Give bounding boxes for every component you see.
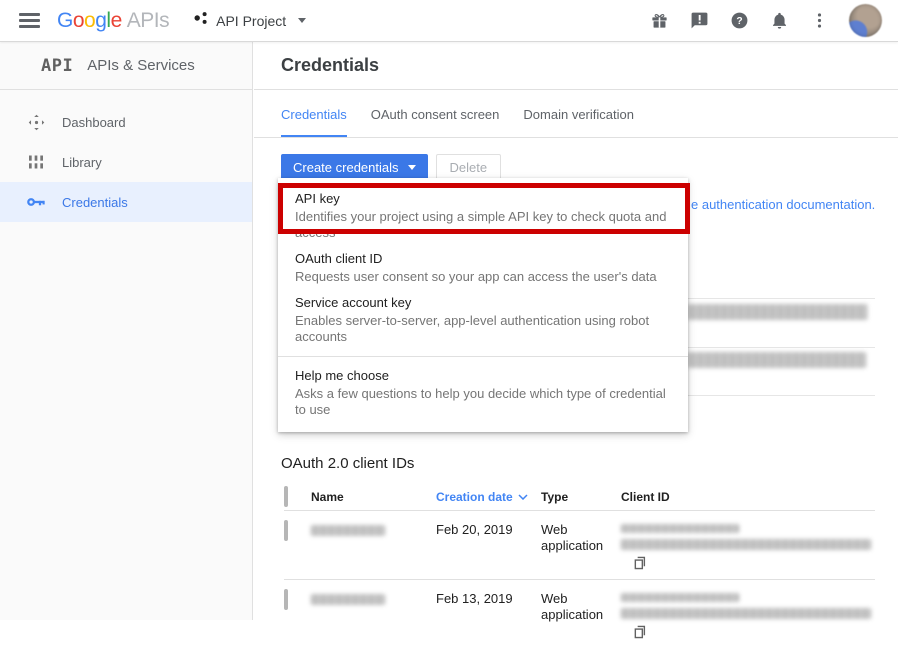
type-cell: Web application [541, 522, 621, 554]
oauth-client-ids-table: Name Creation date Type Client ID Feb 20… [281, 484, 875, 645]
menu-item-title: Service account key [295, 295, 671, 311]
api-product-badge: API [41, 56, 73, 76]
create-credentials-label: Create credentials [293, 160, 399, 175]
menu-item-title: Help me choose [295, 368, 671, 384]
sidebar-item-credentials[interactable]: Credentials [0, 182, 252, 222]
product-name: APIs & Services [87, 57, 195, 74]
toolbar: Create credentials Delete [254, 138, 898, 180]
redacted-client-id [621, 524, 739, 533]
page-title: Credentials [281, 55, 379, 76]
row-checkbox[interactable] [284, 589, 288, 610]
sidebar: API APIs & Services Dashboard Library Cr… [0, 42, 253, 620]
tab-bar: Credentials OAuth consent screen Domain … [254, 90, 898, 138]
redacted-client-name [311, 525, 385, 536]
creation-date-cell: Feb 13, 2019 [436, 591, 541, 607]
redacted-client-id [621, 539, 871, 550]
notifications-icon[interactable] [769, 11, 789, 31]
logo-letter: o [73, 9, 84, 33]
create-credentials-button[interactable]: Create credentials [281, 154, 428, 180]
oauth-client-ids-section: OAuth 2.0 client IDs Name Creation date … [281, 446, 875, 645]
library-icon [27, 154, 45, 170]
tab-domain-verification[interactable]: Domain verification [523, 107, 634, 137]
menu-icon[interactable] [19, 10, 40, 32]
table-row: Feb 20, 2019 Web application [284, 510, 875, 579]
key-icon [27, 196, 45, 208]
sidebar-header: API APIs & Services [0, 42, 252, 90]
create-credentials-menu: API key Identifies your project using a … [278, 178, 688, 432]
menu-item-description: Enables server-to-server, app-level auth… [295, 313, 671, 345]
more-vert-icon[interactable] [809, 11, 829, 31]
project-name: API Project [216, 13, 286, 29]
copy-icon[interactable] [633, 555, 647, 576]
table-row: Feb 13, 2019 Web application [284, 579, 875, 645]
project-switcher[interactable]: API Project [194, 11, 306, 30]
avatar[interactable] [849, 4, 882, 37]
menu-item-description: Requests user consent so your app can ac… [295, 269, 671, 285]
sidebar-item-library[interactable]: Library [0, 142, 252, 182]
gift-icon[interactable] [649, 11, 669, 31]
logo-letter: e [111, 9, 122, 33]
feedback-icon[interactable] [689, 11, 709, 31]
section-heading: OAuth 2.0 client IDs [281, 455, 875, 472]
select-all-checkbox[interactable] [284, 486, 288, 507]
menu-item-oauth-client-id[interactable]: OAuth client ID Requests user consent so… [278, 246, 688, 290]
column-header-creation-date[interactable]: Creation date [436, 490, 541, 504]
menu-item-title: API key [295, 191, 671, 207]
sidebar-item-dashboard[interactable]: Dashboard [0, 102, 252, 142]
column-header-client-id: Client ID [621, 490, 875, 504]
help-icon[interactable]: ? [729, 11, 749, 31]
tab-oauth-consent-screen[interactable]: OAuth consent screen [371, 107, 500, 137]
google-apis-logo: Google APIs [57, 9, 169, 33]
menu-item-description: Identifies your project using a simple A… [295, 209, 671, 241]
delete-button[interactable]: Delete [436, 154, 502, 180]
chevron-down-icon [408, 165, 416, 170]
logo-letter: g [95, 9, 106, 33]
sidebar-item-label: Credentials [62, 195, 128, 210]
creation-date-cell: Feb 20, 2019 [436, 522, 541, 538]
redacted-client-id [621, 608, 871, 619]
column-header-type: Type [541, 490, 621, 504]
main-content: Credentials Credentials OAuth consent sc… [254, 42, 898, 620]
page-header: Credentials [254, 42, 898, 90]
menu-item-help-me-choose[interactable]: Help me choose Asks a few questions to h… [278, 363, 688, 423]
redacted-client-name [311, 594, 385, 605]
sidebar-item-label: Library [62, 155, 102, 170]
project-icon [194, 11, 208, 30]
authentication-documentation-link[interactable]: e authentication documentation. [691, 197, 875, 212]
menu-item-service-account-key[interactable]: Service account key Enables server-to-se… [278, 290, 688, 350]
column-header-name: Name [311, 490, 436, 504]
column-header-label: Creation date [436, 490, 513, 504]
top-app-bar: Google APIs API Project ? [0, 0, 898, 42]
chevron-down-icon [298, 18, 306, 23]
menu-item-title: OAuth client ID [295, 251, 671, 267]
menu-divider [278, 356, 688, 357]
logo-letter: o [84, 9, 95, 33]
copy-icon[interactable] [633, 624, 647, 645]
logo-suffix: APIs [127, 9, 169, 33]
sort-chevron-icon [518, 494, 528, 500]
menu-item-description: Asks a few questions to help you decide … [295, 386, 671, 418]
menu-item-api-key[interactable]: API key Identifies your project using a … [278, 186, 688, 246]
svg-text:?: ? [736, 16, 742, 27]
tab-credentials[interactable]: Credentials [281, 107, 347, 137]
redacted-api-key [688, 304, 868, 320]
type-cell: Web application [541, 591, 621, 623]
row-checkbox[interactable] [284, 520, 288, 541]
redacted-client-id [621, 593, 739, 602]
sidebar-nav: Dashboard Library Credentials [0, 90, 252, 222]
redacted-api-key [688, 352, 866, 368]
dashboard-icon [27, 114, 45, 131]
logo-letter: G [57, 9, 73, 33]
table-header-row: Name Creation date Type Client ID [284, 484, 875, 510]
sidebar-item-label: Dashboard [62, 115, 126, 130]
